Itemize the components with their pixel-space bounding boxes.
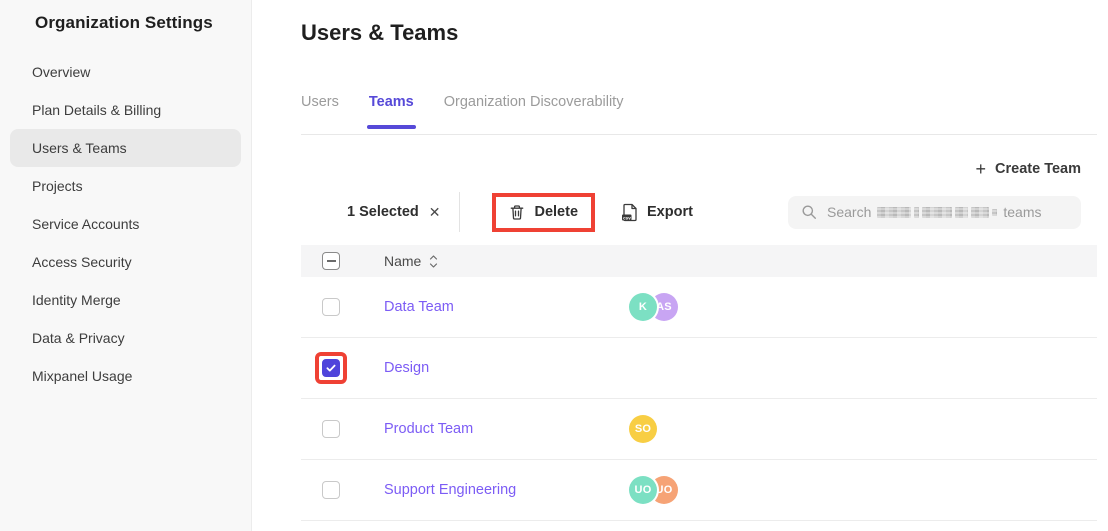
member-avatars: UO UO [629, 476, 678, 504]
avatar: UO [629, 476, 657, 504]
select-all-checkbox[interactable] [322, 252, 340, 270]
tab-organization-discoverability[interactable]: Organization Discoverability [444, 94, 624, 134]
sidebar-item-service-accounts[interactable]: Service Accounts [0, 205, 251, 243]
table-row: Support Engineering UO UO [301, 460, 1097, 521]
checkbox-annotation-highlight [315, 352, 347, 384]
svg-text:csv: csv [623, 215, 631, 220]
sidebar-item-projects[interactable]: Projects [0, 167, 251, 205]
row-checkbox[interactable] [322, 359, 340, 377]
row-checkbox[interactable] [322, 420, 340, 438]
export-label: Export [647, 204, 693, 220]
row-checkbox[interactable] [322, 481, 340, 499]
selection-summary: 1 Selected ✕ [347, 204, 440, 220]
clear-selection-icon[interactable]: ✕ [429, 205, 441, 219]
create-team-button[interactable]: + Create Team [976, 161, 1081, 177]
sidebar-title: Organization Settings [35, 13, 251, 33]
table-row: Product Team SO [301, 399, 1097, 460]
team-name-cell: Support Engineering [384, 482, 629, 498]
row-checkbox-slot [315, 413, 347, 445]
row-checkbox[interactable] [322, 298, 340, 316]
team-link-design[interactable]: Design [384, 360, 429, 376]
tab-teams[interactable]: Teams [369, 94, 414, 134]
team-name-cell: Product Team [384, 421, 629, 437]
avatar: SO [629, 415, 657, 443]
team-link-product-team[interactable]: Product Team [384, 421, 473, 437]
delete-label: Delete [534, 204, 578, 220]
row-checkbox-slot [315, 474, 347, 506]
table-header-row: Name [301, 245, 1097, 277]
sidebar-item-identity-merge[interactable]: Identity Merge [0, 281, 251, 319]
main-content: Users & Teams Users Teams Organization D… [252, 0, 1108, 531]
trash-icon [509, 204, 525, 221]
row-checkbox-slot [315, 291, 347, 323]
teams-table: Name Data Team K AS [301, 245, 1097, 521]
sidebar-item-plan-details-billing[interactable]: Plan Details & Billing [0, 91, 251, 129]
tab-bar: Users Teams Organization Discoverability [301, 94, 1097, 135]
sidebar-item-overview[interactable]: Overview [0, 53, 251, 91]
redacted-org-name [877, 207, 997, 218]
plus-icon: + [976, 162, 987, 176]
search-icon [801, 204, 817, 220]
name-column-header[interactable]: Name [384, 253, 438, 269]
create-team-label: Create Team [995, 161, 1081, 177]
team-link-data-team[interactable]: Data Team [384, 299, 454, 315]
sidebar-nav: Overview Plan Details & Billing Users & … [0, 53, 251, 395]
sidebar-item-data-privacy[interactable]: Data & Privacy [0, 319, 251, 357]
tab-users[interactable]: Users [301, 94, 339, 134]
search-placeholder: Search teams [827, 204, 1041, 220]
sidebar-item-mixpanel-usage[interactable]: Mixpanel Usage [0, 357, 251, 395]
team-name-cell: Data Team [384, 299, 629, 315]
table-row: Data Team K AS [301, 277, 1097, 338]
table-row: Design [301, 338, 1097, 399]
csv-file-icon: csv [621, 203, 638, 222]
sidebar-item-users-teams[interactable]: Users & Teams [10, 129, 241, 167]
team-link-support-engineering[interactable]: Support Engineering [384, 482, 516, 498]
search-input[interactable]: Search teams [788, 196, 1081, 229]
sidebar-item-access-security[interactable]: Access Security [0, 243, 251, 281]
toolbar-divider [459, 192, 460, 232]
export-button[interactable]: csv Export [621, 203, 693, 222]
bulk-actions-toolbar: 1 Selected ✕ Delete [301, 191, 1097, 233]
delete-annotation-highlight: Delete [492, 193, 595, 232]
selected-count-label: 1 Selected [347, 204, 419, 220]
page-title: Users & Teams [301, 18, 1097, 48]
team-name-cell: Design [384, 360, 629, 376]
sort-icon[interactable] [429, 255, 438, 268]
sidebar: Organization Settings Overview Plan Deta… [0, 0, 252, 531]
member-avatars: K AS [629, 293, 678, 321]
avatar: K [629, 293, 657, 321]
create-team-row: + Create Team [301, 161, 1081, 177]
header-checkbox-slot [315, 245, 347, 277]
member-avatars: SO [629, 415, 657, 443]
delete-button[interactable]: Delete [496, 197, 591, 228]
